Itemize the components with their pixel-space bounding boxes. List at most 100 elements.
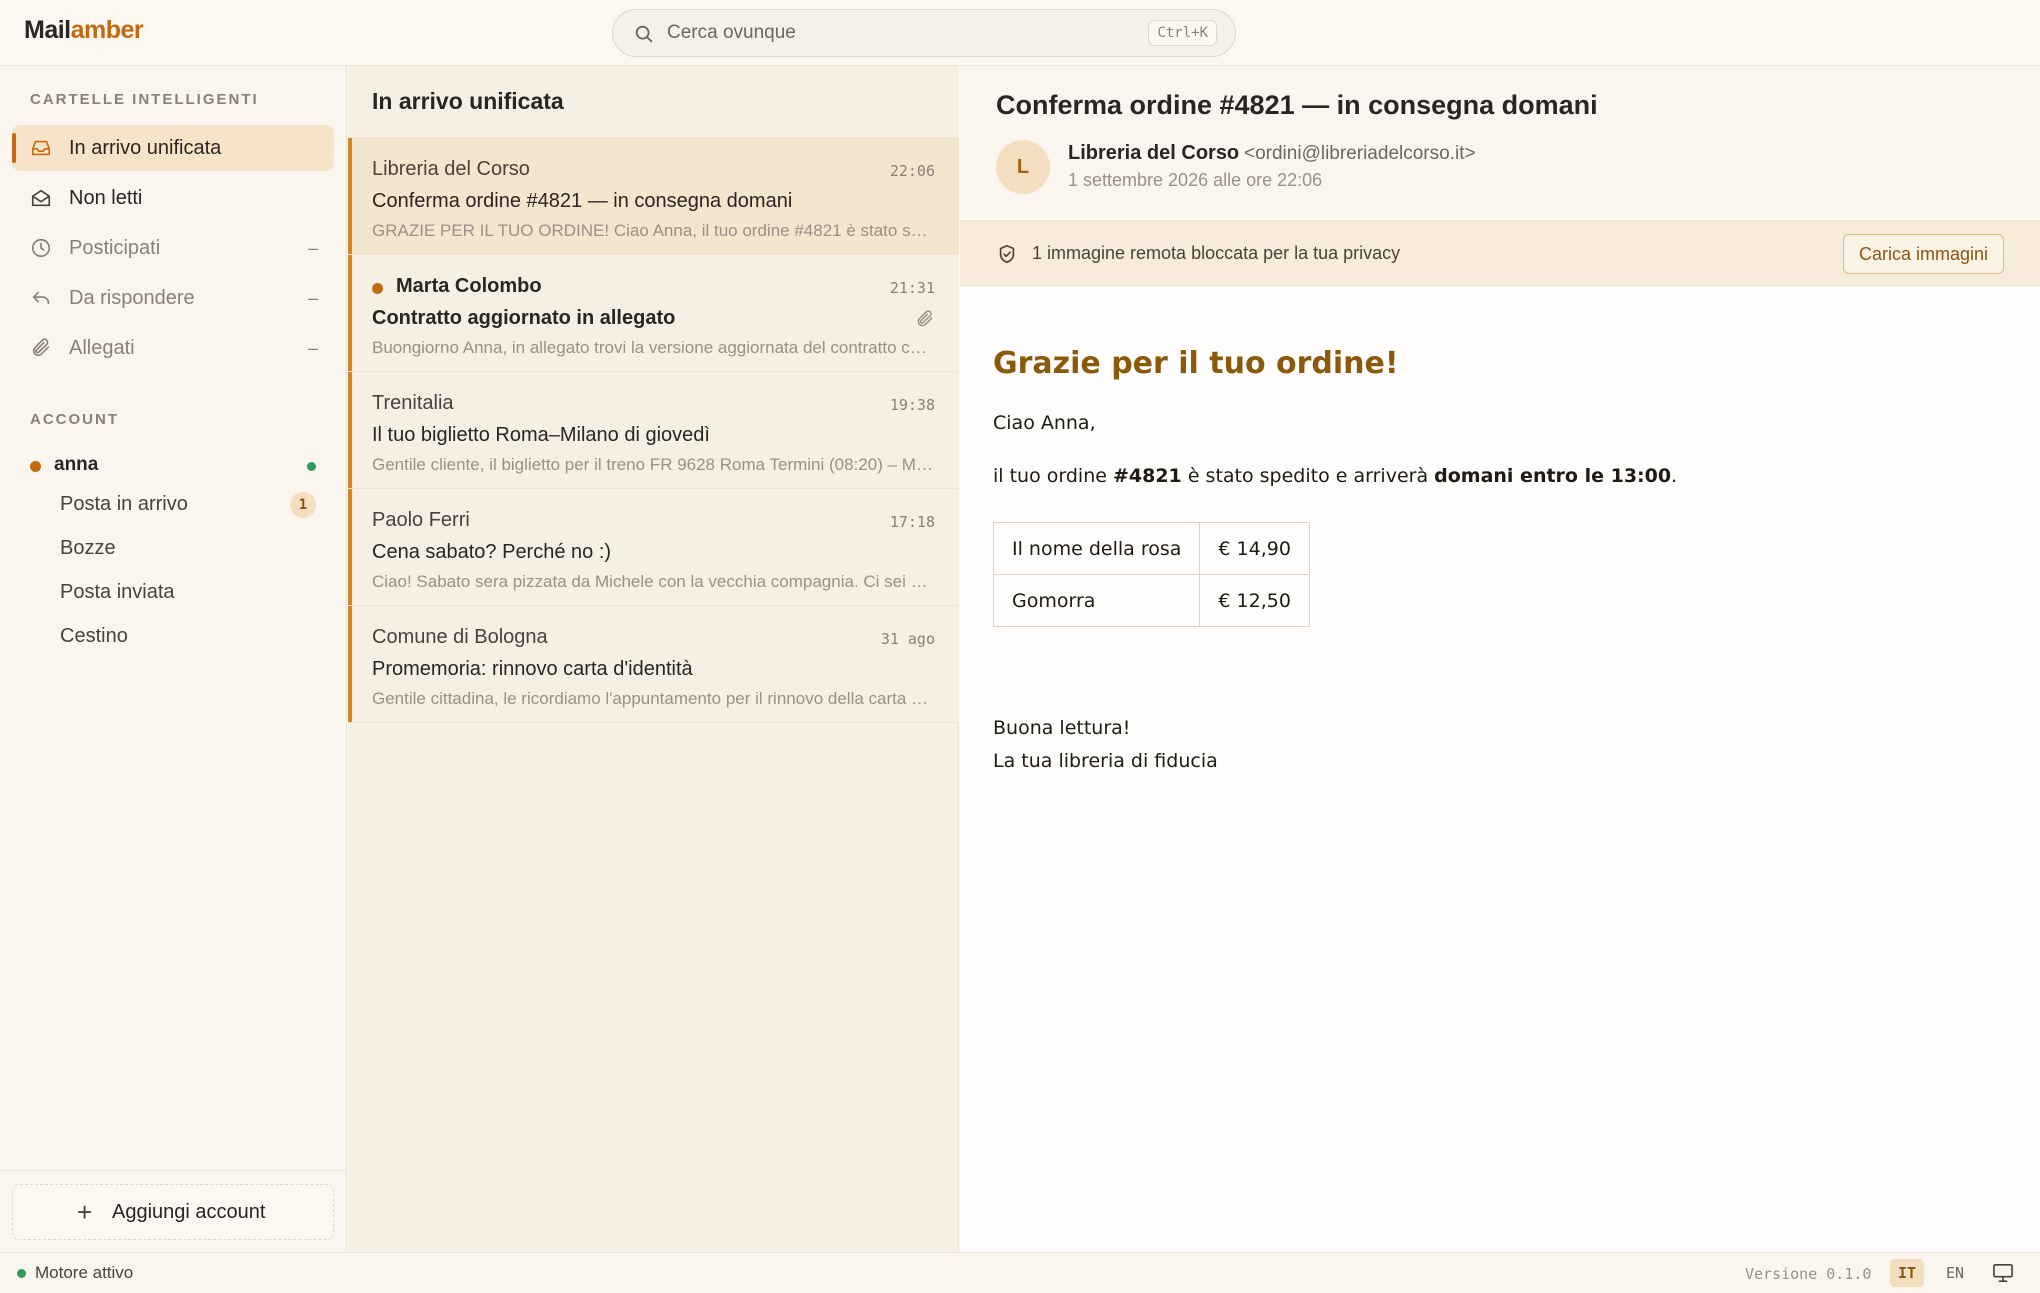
account-section-title: ACCOUNT xyxy=(30,411,119,428)
shortcut-hint: Ctrl+K xyxy=(1148,20,1217,46)
sidebar-item-snoozed[interactable]: Posticipati – xyxy=(12,225,334,271)
engine-status: Motore attivo xyxy=(35,1263,134,1282)
account-name: anna xyxy=(54,454,99,475)
message-preview: Gentile cliente, il biglietto per il tre… xyxy=(372,455,934,474)
message-time: 21:31 xyxy=(889,279,935,297)
folder-label: Posta inviata xyxy=(60,581,175,603)
version-label: Versione 0.1.0 xyxy=(1745,1265,1872,1283)
add-account-button[interactable]: + Aggiungi account xyxy=(12,1184,334,1240)
monitor-icon[interactable] xyxy=(1992,1263,2014,1283)
sidebar-item-unread[interactable]: Non letti xyxy=(12,175,334,221)
message-subject: Contratto aggiornato in allegato xyxy=(372,307,676,329)
app-logo: Mailamber xyxy=(24,16,144,44)
message-sender: Libreria del Corso xyxy=(372,158,530,180)
inbox-icon xyxy=(31,140,51,156)
item-price: € 12,50 xyxy=(1199,574,1310,627)
order-line-text: è stato spedito e arriverà xyxy=(1181,465,1435,487)
reading-pane: Conferma ordine #4821 — in consegna doma… xyxy=(960,66,2040,1252)
smart-folders-title: CARTELLE INTELLIGENTI xyxy=(30,91,259,108)
folder-trash[interactable]: Cestino xyxy=(48,617,324,655)
table-row: Gomorra € 12,50 xyxy=(992,574,1310,627)
message-time: 22:06 xyxy=(889,162,935,180)
message-time: 19:38 xyxy=(889,396,935,414)
message-list-title: In arrivo unificata xyxy=(372,88,564,114)
sidebar-item-label: Non letti xyxy=(69,186,143,209)
unread-badge: 1 xyxy=(290,492,316,518)
item-price: € 14,90 xyxy=(1199,522,1310,575)
sidebar-item-label: Posticipati xyxy=(69,236,161,259)
sidebar-item-to-reply[interactable]: Da rispondere – xyxy=(12,275,334,321)
sidebar-divider xyxy=(0,1170,347,1171)
order-line-text: il tuo ordine xyxy=(993,465,1113,487)
avatar: L xyxy=(996,140,1050,194)
envelope-open-icon xyxy=(31,189,51,207)
account-row[interactable]: anna xyxy=(30,451,320,481)
message-preview: Buongiorno Anna, in allegato trovi la ve… xyxy=(372,338,934,357)
message-subject: Conferma ordine #4821 — in consegna doma… xyxy=(372,190,793,212)
privacy-banner: 1 immagine remota bloccata per la tua pr… xyxy=(960,220,2040,286)
load-images-button[interactable]: Carica immagini xyxy=(1842,234,2004,274)
search-bar[interactable]: Ctrl+K xyxy=(612,9,1236,57)
sidebar-item-count: – xyxy=(307,337,318,358)
search-input[interactable] xyxy=(667,10,1107,56)
message-subject: Promemoria: rinnovo carta d'identità xyxy=(372,658,693,680)
email-order-line: il tuo ordine #4821 è stato spedito e ar… xyxy=(993,465,1677,487)
message-time: 17:18 xyxy=(889,513,935,531)
sidebar-item-count: – xyxy=(307,287,318,308)
sidebar-item-unified-inbox[interactable]: In arrivo unificata xyxy=(12,125,334,171)
message-item[interactable]: Libreria del Corso 22:06 Conferma ordine… xyxy=(348,138,959,255)
message-preview: Gentile cittadina, le ricordiamo l'appun… xyxy=(372,689,934,708)
message-date: 1 settembre 2026 alle ore 22:06 xyxy=(1068,170,1323,190)
sender-email[interactable]: <ordini@libreriadelcorso.it> xyxy=(1244,143,1476,165)
sidebar-item-label: Allegati xyxy=(69,336,135,359)
folder-drafts[interactable]: Bozze xyxy=(48,529,324,567)
plus-icon: + xyxy=(77,1197,93,1227)
clock-icon xyxy=(31,238,51,258)
sidebar-item-count: – xyxy=(307,237,318,258)
unread-dot xyxy=(372,283,383,294)
message-sender: Paolo Ferri xyxy=(372,509,470,531)
privacy-text: 1 immagine remota bloccata per la tua pr… xyxy=(1032,243,1401,263)
engine-status-dot xyxy=(17,1269,26,1278)
sidebar-item-label: In arrivo unificata xyxy=(69,136,222,159)
email-heading: Grazie per il tuo ordine! xyxy=(993,346,1399,381)
language-it-button[interactable]: IT xyxy=(1890,1259,1925,1287)
reply-icon xyxy=(32,291,50,305)
account-color-dot xyxy=(30,461,41,472)
message-item[interactable]: Comune di Bologna 31 ago Promemoria: rin… xyxy=(348,606,959,723)
folder-inbox[interactable]: Posta in arrivo 1 xyxy=(48,485,324,523)
email-signature: La tua libreria di fiducia xyxy=(993,750,1218,772)
message-preview: GRAZIE PER IL TUO ORDINE! Ciao Anna, il … xyxy=(372,221,934,240)
message-title: Conferma ordine #4821 — in consegna doma… xyxy=(996,90,1598,120)
message-list-header: In arrivo unificata xyxy=(348,66,959,138)
sidebar: CARTELLE INTELLIGENTI In arrivo unificat… xyxy=(0,66,347,1252)
shield-check-icon xyxy=(999,244,1015,264)
table-row: Il nome della rosa € 14,90 xyxy=(992,522,1310,575)
paperclip-icon xyxy=(917,310,933,327)
message-item[interactable]: Trenitalia 19:38 Il tuo biglietto Roma–M… xyxy=(348,372,959,489)
message-time: 31 ago xyxy=(880,630,935,648)
folder-label: Posta in arrivo xyxy=(60,493,188,515)
account-online-indicator xyxy=(307,462,316,471)
message-item[interactable]: Paolo Ferri 17:18 Cena sabato? Perché no… xyxy=(348,489,959,606)
email-closing: Buona lettura! xyxy=(993,717,1131,739)
message-preview: Ciao! Sabato sera pizzata da Michele con… xyxy=(372,572,934,591)
folder-sent[interactable]: Posta inviata xyxy=(48,573,324,611)
add-account-label: Aggiungi account xyxy=(112,1201,266,1223)
paperclip-icon xyxy=(32,338,50,357)
status-bar: Motore attivo Versione 0.1.0 IT EN xyxy=(0,1252,2040,1293)
language-en-button[interactable]: EN xyxy=(1938,1259,1972,1287)
email-greeting: Ciao Anna, xyxy=(993,412,1096,434)
message-subject: Il tuo biglietto Roma–Milano di giovedì xyxy=(372,424,710,446)
sender-name[interactable]: Libreria del Corso xyxy=(1068,142,1239,165)
delivery-time: domani entro le 13:00 xyxy=(1434,465,1672,487)
item-title: Il nome della rosa xyxy=(992,522,1201,575)
folder-label: Cestino xyxy=(60,625,128,647)
order-number: #4821 xyxy=(1112,465,1182,487)
item-title: Gomorra xyxy=(992,574,1201,627)
message-header: Conferma ordine #4821 — in consegna doma… xyxy=(960,66,2040,219)
sidebar-item-label: Da rispondere xyxy=(69,286,195,309)
sidebar-item-attachments[interactable]: Allegati – xyxy=(12,325,334,371)
message-sender: Trenitalia xyxy=(372,392,454,414)
message-item[interactable]: Marta Colombo 21:31 Contratto aggiornato… xyxy=(348,255,959,372)
